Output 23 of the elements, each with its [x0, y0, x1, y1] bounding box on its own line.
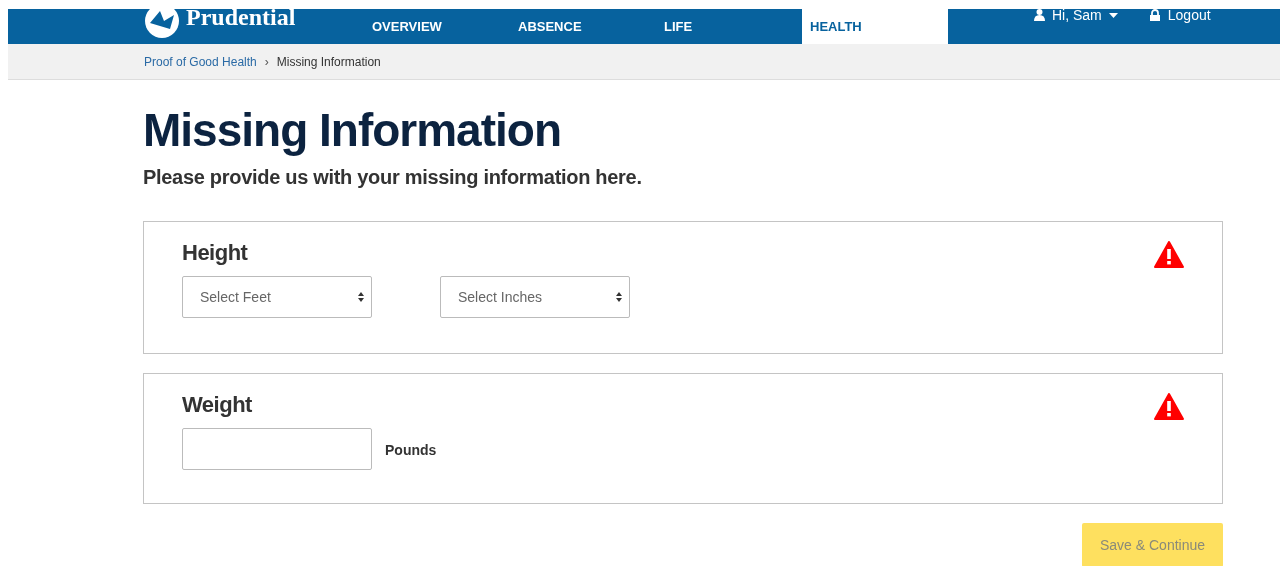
- weight-input-field[interactable]: [182, 428, 372, 470]
- user-icon: [1034, 9, 1045, 21]
- logo-text: Prudential: [186, 9, 296, 31]
- breadcrumb-link[interactable]: Proof of Good Health: [144, 52, 257, 71]
- section-title: Weight: [182, 391, 253, 419]
- nav-tab[interactable]: HEALTH: [802, 9, 948, 44]
- nav-tab[interactable]: ABSENCE: [510, 9, 656, 44]
- sort-caret-icon: [358, 292, 364, 302]
- page-subtitle: Please provide us with your missing information here.: [143, 165, 643, 190]
- breadcrumb-separator: ›: [264, 53, 269, 71]
- nav-tab[interactable]: OVERVIEW: [364, 9, 510, 44]
- user-menu[interactable]: Hi, Sam: [1034, 9, 1118, 21]
- lock-icon: [1149, 9, 1160, 21]
- select-field[interactable]: Select Inches: [440, 276, 630, 318]
- nav-tab[interactable]: LIFE: [656, 9, 802, 44]
- section-title: Height: [182, 239, 249, 267]
- select-field[interactable]: Select Feet: [182, 276, 372, 318]
- unit-label: Pounds: [385, 440, 437, 460]
- page-title: Missing Information: [143, 103, 562, 158]
- breadcrumb-current: Missing Information: [276, 53, 381, 71]
- sort-caret-icon: [616, 292, 622, 302]
- logout-link[interactable]: Logout: [1149, 9, 1211, 21]
- caret-down-icon: [1108, 12, 1118, 18]
